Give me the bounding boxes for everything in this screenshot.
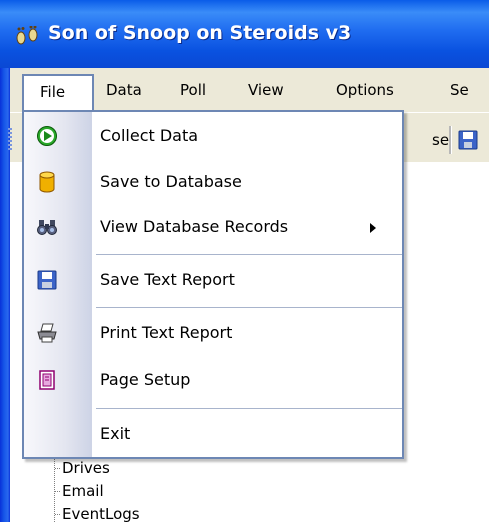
menu-options[interactable]: Options — [336, 81, 394, 99]
menu-item-collect-data[interactable]: Collect Data — [24, 116, 402, 156]
binoculars-icon — [37, 220, 57, 235]
menu-item-exit[interactable]: Exit — [24, 414, 402, 454]
menu-item-label: Print Text Report — [100, 323, 233, 342]
menu-item-label: Collect Data — [100, 126, 199, 145]
window-title: Son of Snoop on Steroids v3 — [48, 22, 352, 44]
toolbar-separator — [449, 126, 452, 154]
printer-icon — [37, 323, 57, 343]
green-play-icon — [37, 126, 57, 146]
toolbar-grip[interactable] — [8, 128, 12, 150]
menu-separator — [96, 307, 402, 308]
menu-item-view-database-records[interactable]: View Database Records — [24, 207, 402, 247]
toolbar-button-label[interactable]: se — [432, 131, 449, 149]
tree-connector — [55, 491, 60, 492]
menu-item-print-text-report[interactable]: Print Text Report — [24, 313, 402, 353]
floppy-disk-icon — [37, 270, 57, 290]
menu-file-label: File — [40, 83, 66, 101]
menu-item-save-to-database[interactable]: Save to Database — [24, 162, 402, 202]
tree-connector — [55, 468, 60, 469]
menu-view[interactable]: View — [248, 81, 284, 99]
menu-item-save-text-report[interactable]: Save Text Report — [24, 260, 402, 300]
menu-item-label: View Database Records — [100, 217, 289, 236]
menu-file[interactable]: File — [22, 74, 94, 110]
menu-data[interactable]: Data — [106, 81, 142, 99]
menu-settings[interactable]: Se — [450, 81, 469, 99]
tree-connector — [55, 514, 60, 515]
menu-item-page-setup[interactable]: Page Setup — [24, 360, 402, 400]
tree-item-drives[interactable]: Drives — [62, 459, 110, 477]
application-window: Son of Snoop on Steroids v3 Data Poll Vi… — [0, 0, 489, 523]
file-menu-dropdown: Collect Data Save to Database View Datab… — [22, 110, 404, 459]
tree-item-email[interactable]: Email — [62, 482, 104, 500]
submenu-arrow-icon — [370, 223, 376, 233]
page-setup-icon — [39, 370, 55, 390]
menu-item-label: Save to Database — [100, 172, 242, 191]
menu-item-label: Exit — [100, 424, 131, 443]
title-bar[interactable]: Son of Snoop on Steroids v3 — [0, 0, 489, 68]
tree-connector — [54, 455, 55, 522]
menu-separator — [96, 408, 402, 409]
tree-item-eventlogs[interactable]: EventLogs — [62, 505, 140, 523]
menu-item-label: Save Text Report — [100, 270, 235, 289]
database-cylinder-icon — [39, 171, 55, 193]
menu-poll[interactable]: Poll — [180, 81, 206, 99]
floppy-disk-icon[interactable] — [458, 130, 478, 150]
menu-item-label: Page Setup — [100, 370, 191, 389]
footprints-icon — [16, 26, 38, 45]
menu-separator — [96, 254, 402, 255]
